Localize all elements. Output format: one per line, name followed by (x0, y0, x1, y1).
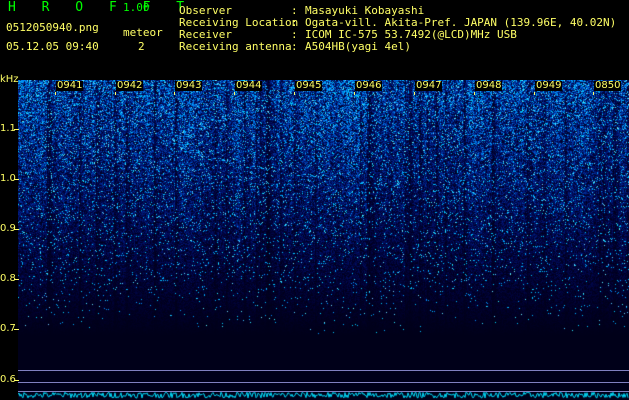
frequency-unit: kHz (0, 74, 19, 85)
file-name: 0512050940.png (6, 21, 99, 34)
time-label: 0943 (175, 80, 203, 91)
time-label: 0944 (235, 80, 263, 91)
station-info: Observer: Masayuki Kobayashi Receiving Lo… (179, 5, 616, 53)
time-tick (474, 92, 475, 95)
time-tick (534, 92, 535, 95)
meteor-label: meteor (123, 26, 163, 39)
time-tick (414, 92, 415, 95)
y-tick (14, 329, 19, 330)
app-version: 1.00 (123, 1, 150, 14)
y-tick (14, 380, 19, 381)
app-brand: H R O F F T (8, 0, 194, 15)
marker-line (18, 382, 629, 383)
time-label: 0948 (475, 80, 503, 91)
time-label: 0945 (295, 80, 323, 91)
time-label: 0850 (594, 80, 622, 91)
time-tick (593, 92, 594, 95)
info-row-antenna: Receiving antenna: A504HB(yagi 4el) (179, 41, 616, 53)
time-label: 0941 (56, 80, 84, 91)
y-tick (14, 179, 19, 180)
y-tick (14, 229, 19, 230)
time-label: 0949 (535, 80, 563, 91)
time-tick (294, 92, 295, 95)
time-tick (55, 92, 56, 95)
time-tick (234, 92, 235, 95)
time-label: 0942 (116, 80, 144, 91)
time-tick (115, 92, 116, 95)
meteor-count: 2 (138, 40, 145, 53)
marker-line (18, 370, 629, 371)
time-label: 0947 (415, 80, 443, 91)
info-key: Receiving antenna (179, 40, 292, 53)
time-tick (174, 92, 175, 95)
header-panel: H R O F F T 1.00 0512050940.png meteor 2… (0, 0, 629, 80)
hroftt-window: H R O F F T 1.00 0512050940.png meteor 2… (0, 0, 629, 400)
marker-line (18, 391, 629, 392)
time-label: 0946 (355, 80, 383, 91)
time-tick (354, 92, 355, 95)
y-tick (14, 279, 19, 280)
y-tick (14, 129, 19, 130)
info-value: A504HB(yagi 4el) (305, 40, 411, 53)
info-colon: : (291, 40, 298, 53)
spectrogram (18, 80, 629, 400)
frequency-axis: kHz 1.1 1.0 0.9 0.8 0.7 0.6 (0, 74, 19, 400)
capture-datetime: 05.12.05 09:40 (6, 40, 99, 53)
